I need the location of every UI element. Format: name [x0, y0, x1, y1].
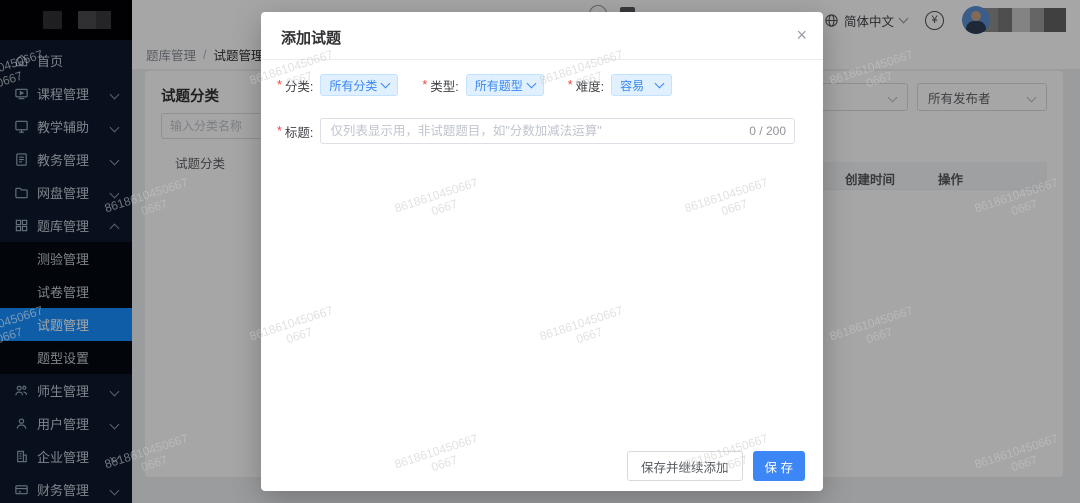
required-asterisk: *: [422, 78, 427, 92]
difficulty-field-label: 难度:: [576, 76, 604, 95]
save-button[interactable]: 保 存: [753, 451, 805, 481]
title-field-label: 标题:: [285, 122, 313, 141]
modal-body: * 分类: 所有分类 * 类型: 所有题型 *: [261, 60, 823, 144]
type-field-label: 类型:: [430, 76, 458, 95]
title-field-row: * 标题: 0 / 200: [277, 118, 805, 144]
app-root: 首页 课程管理 教学辅助 教务管理 网盘管理: [0, 0, 1080, 503]
chevron-down-icon: [526, 79, 536, 89]
save-and-continue-button[interactable]: 保存并继续添加: [627, 451, 743, 481]
difficulty-field: * 难度: 容易: [568, 74, 672, 96]
add-question-modal: 添加试题 × * 分类: 所有分类 * 类型: 所有题型: [261, 12, 823, 491]
category-field-label: 分类:: [285, 76, 313, 95]
type-field: * 类型: 所有题型: [422, 74, 543, 96]
char-counter: 0 / 200: [749, 124, 786, 138]
close-icon[interactable]: ×: [796, 24, 807, 46]
select-fields-row: * 分类: 所有分类 * 类型: 所有题型 *: [277, 74, 805, 96]
required-asterisk: *: [277, 78, 282, 92]
chevron-down-icon: [381, 79, 391, 89]
difficulty-select[interactable]: 容易: [611, 74, 672, 96]
required-asterisk: *: [277, 124, 282, 138]
type-select[interactable]: 所有题型: [466, 74, 544, 96]
title-input-wrap: 0 / 200: [320, 118, 795, 144]
category-field: * 分类: 所有分类: [277, 74, 398, 96]
category-select-value: 所有分类: [329, 77, 377, 94]
title-input[interactable]: [320, 118, 795, 144]
type-select-value: 所有题型: [475, 77, 523, 94]
category-select[interactable]: 所有分类: [320, 74, 398, 96]
modal-footer: 保存并继续添加 保 存: [627, 451, 805, 481]
difficulty-select-value: 容易: [620, 77, 644, 94]
modal-header: 添加试题 ×: [261, 12, 823, 60]
chevron-down-icon: [655, 79, 665, 89]
required-asterisk: *: [568, 78, 573, 92]
modal-title: 添加试题: [281, 27, 341, 48]
